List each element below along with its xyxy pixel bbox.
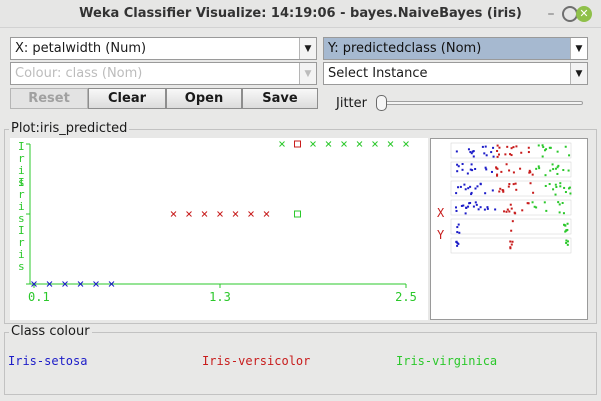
y-axis-select[interactable]: Y: predictedclass (Nom) ▼ [323,37,588,60]
data-point[interactable] [387,141,394,147]
save-button[interactable]: Save [242,88,318,109]
open-button[interactable]: Open [166,88,242,109]
attribute-bar[interactable] [450,218,572,235]
attribute-bars[interactable]: X Y [431,139,587,319]
reset-button[interactable]: Reset [10,88,88,109]
colour-value: Colour: class (Nom) [15,66,143,81]
data-point[interactable] [201,211,208,217]
scatter-plot-area[interactable]: Ir i s Ir i s Ir i s 0.1 1.3 2.5 [10,138,428,320]
data-point[interactable] [341,141,347,147]
visualize-window: Weka Classifier Visualize: 14:19:06 - ba… [0,0,601,401]
close-icon[interactable]: ✕ [576,6,592,22]
x-axis-value: X: petalwidth (Num) [15,41,147,56]
legend-iris-versicolor[interactable]: Iris-versicolor [202,354,310,368]
data-point[interactable] [170,211,177,217]
select-instance-select[interactable]: Select Instance ▼ [323,62,588,85]
scatter-plot[interactable]: Ir i sI r i sI r i s0.1 1.3 2.5 [10,138,428,320]
data-point[interactable] [248,211,254,217]
data-point[interactable] [279,141,285,147]
colour-select: Colour: class (Nom) ▼ [10,62,317,85]
title-bar: Weka Classifier Visualize: 14:19:06 - ba… [0,0,601,28]
y-axis-value: Y: predictedclass (Nom) [328,41,482,56]
data-point[interactable] [310,141,316,147]
data-point[interactable] [186,211,192,217]
data-point[interactable] [263,211,270,217]
legend-iris-virginica[interactable]: Iris-virginica [396,354,497,368]
x-axis-select[interactable]: X: petalwidth (Num) ▼ [10,37,317,60]
y-tick-label: Iris [18,224,25,273]
data-point[interactable] [403,141,409,147]
attribute-bar[interactable] [450,199,572,216]
attribute-bars-panel[interactable]: X Y [430,138,588,320]
data-point-error[interactable] [294,210,301,218]
window-title: Weka Classifier Visualize: 14:19:06 - ba… [79,6,522,21]
data-point-error[interactable] [294,140,301,148]
x-tick-label: 0.1 [28,290,50,304]
chevron-down-icon[interactable]: ▼ [570,63,587,84]
minimize-icon[interactable]: – [543,6,559,22]
plot-title: Plot:iris_predicted [9,121,130,136]
class-colour-title: Class colour [9,324,92,339]
select-instance-value: Select Instance [328,66,428,81]
jitter-slider-thumb[interactable] [376,95,387,111]
clear-button[interactable]: Clear [88,88,166,109]
jitter-slider[interactable] [378,101,583,105]
data-point[interactable] [217,211,223,217]
x-tick-label: 2.5 [395,290,417,304]
data-point[interactable] [232,211,239,217]
data-point[interactable] [372,141,378,147]
data-point[interactable] [325,141,332,147]
mini-x-label: X [437,206,445,220]
legend-iris-setosa[interactable]: Iris-setosa [8,354,87,368]
chevron-down-icon: ▼ [299,63,316,84]
attribute-bar[interactable] [450,180,572,197]
mini-y-label: Y [437,228,445,242]
attribute-bar[interactable] [450,142,572,159]
data-point[interactable] [356,141,363,147]
attribute-bar[interactable] [450,161,572,178]
chevron-down-icon[interactable]: ▼ [299,38,316,59]
jitter-label: Jitter [336,96,367,111]
chevron-down-icon[interactable]: ▼ [570,38,587,59]
y-tick-label: Iris [18,176,25,225]
attribute-bar[interactable] [450,237,572,254]
x-tick-label: 1.3 [209,290,231,304]
